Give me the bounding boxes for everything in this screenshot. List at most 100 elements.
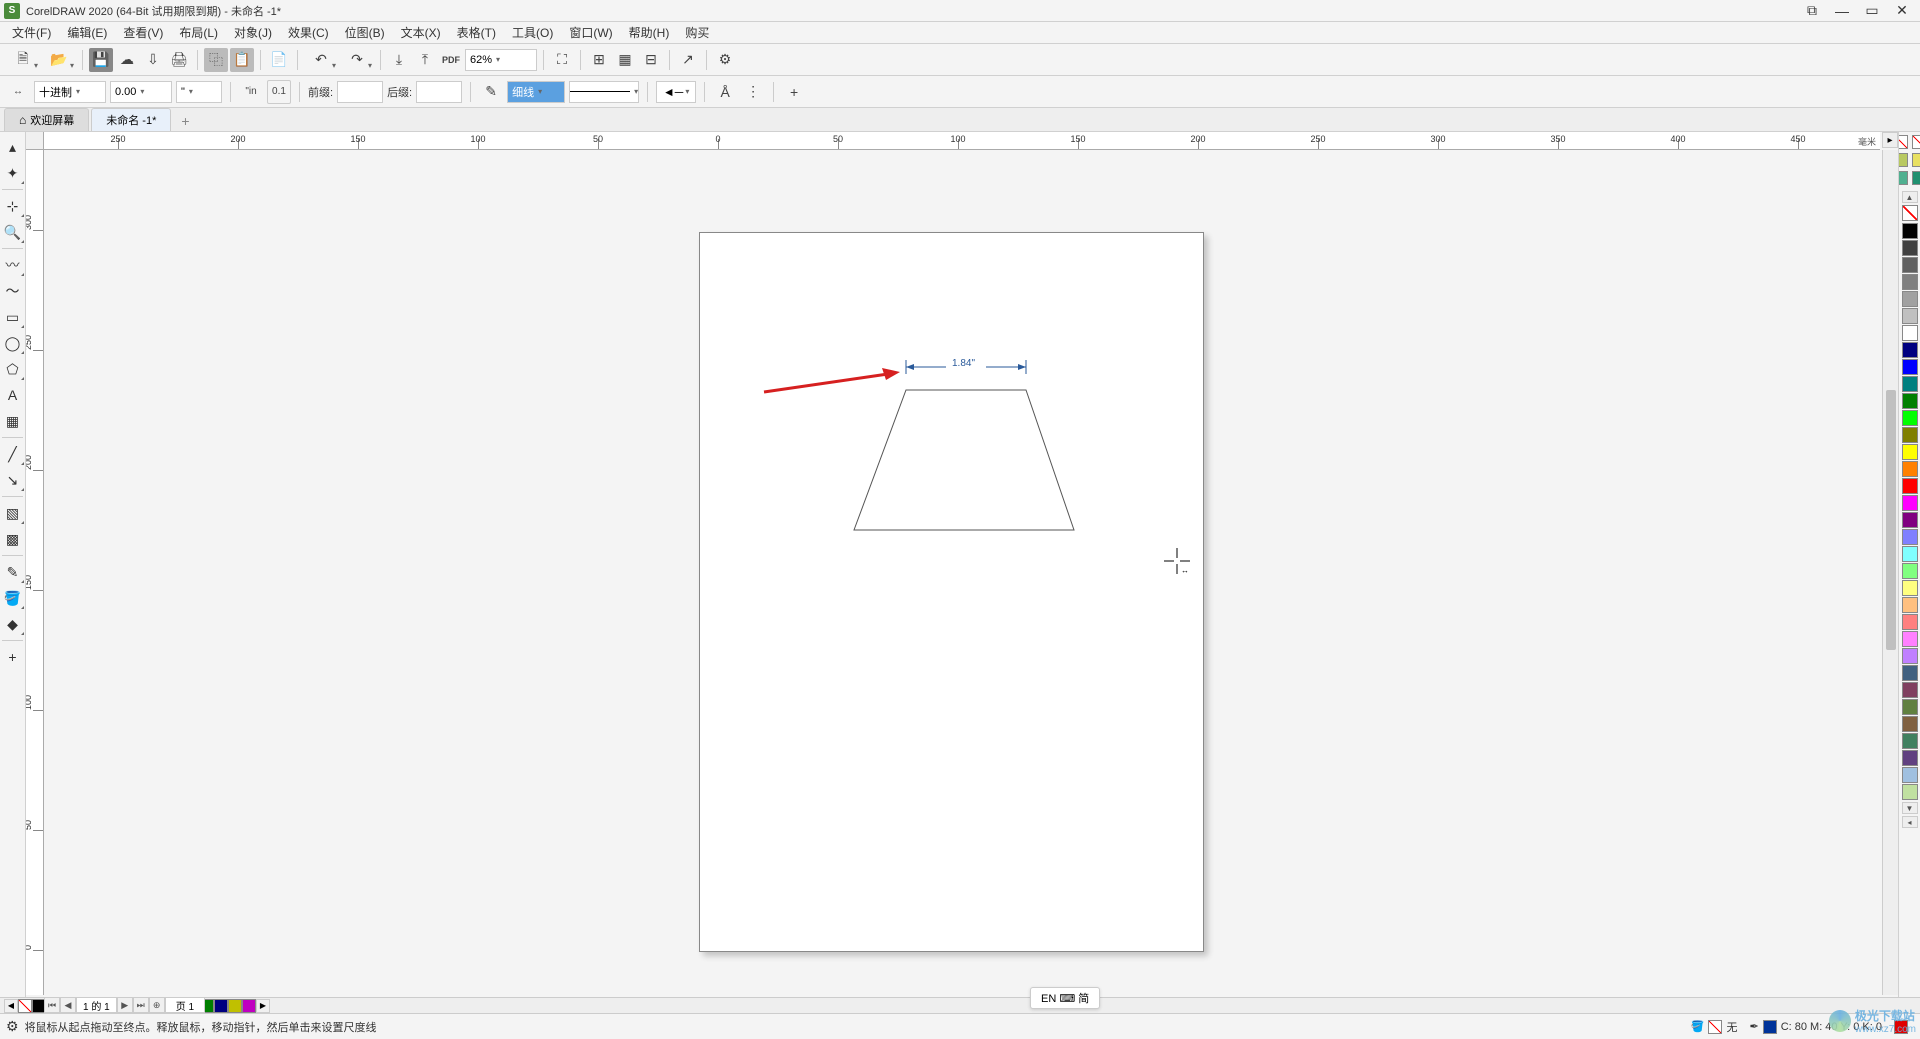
undo-button[interactable]: ↶ [304, 48, 338, 72]
menu-bitmaps[interactable]: 位图(B) [337, 22, 393, 43]
close-button[interactable]: ✕ [1888, 1, 1916, 21]
palette-swatch[interactable] [1902, 393, 1918, 409]
tab-document[interactable]: 未命名 -1* [91, 108, 171, 131]
import-button[interactable]: ⤓ [387, 48, 411, 72]
grid-button[interactable]: ▦ [613, 48, 637, 72]
tab-add-button[interactable]: + [173, 111, 197, 131]
ruler-origin[interactable] [26, 132, 44, 150]
palette-swatch[interactable] [1902, 597, 1918, 613]
palette-swatch[interactable] [1902, 767, 1918, 783]
palette-swatch[interactable] [1902, 427, 1918, 443]
menu-window[interactable]: 窗口(W) [561, 22, 620, 43]
menu-file[interactable]: 文件(F) [4, 22, 59, 43]
snap-button[interactable]: ⊞ [587, 48, 611, 72]
palette-scroll-up[interactable]: ▲ [1902, 191, 1918, 203]
docker-swatch[interactable] [214, 999, 228, 1013]
paste-button[interactable]: 📋 [230, 48, 254, 72]
dimension-tool[interactable]: ╱ [1, 442, 25, 466]
ruler-right-button[interactable]: ▸ [1882, 132, 1898, 148]
open-button[interactable]: 📂 [42, 48, 76, 72]
page-last-button[interactable]: ⏭ [133, 997, 149, 1013]
menu-table[interactable]: 表格(T) [449, 22, 504, 43]
palette-swatch[interactable] [1902, 359, 1918, 375]
palette-swatch[interactable] [1902, 750, 1918, 766]
cloud-down-icon[interactable]: ⇩ [141, 48, 165, 72]
palette-swatch[interactable] [1902, 444, 1918, 460]
guides-button[interactable]: ⊟ [639, 48, 663, 72]
dimension-precision-dropdown[interactable]: 0.00 [110, 81, 172, 103]
palette-swatch[interactable] [1902, 682, 1918, 698]
palette-swatch[interactable] [1902, 325, 1918, 341]
options-button[interactable]: ⚙ [713, 48, 737, 72]
trapezoid-shape[interactable] [844, 380, 1084, 540]
palette-swatch[interactable] [1902, 512, 1918, 528]
new-button[interactable]: 🗎 [6, 48, 40, 72]
docker-swatch[interactable] [228, 999, 242, 1013]
palette-swatch[interactable] [1902, 308, 1918, 324]
add-tool-button[interactable]: + [1, 645, 25, 669]
palette-swatch[interactable] [1902, 223, 1918, 239]
print-button[interactable]: 🖨 [167, 48, 191, 72]
drop-shadow-tool[interactable]: ▧ [1, 501, 25, 525]
clipboard-button[interactable]: 📄 [267, 48, 291, 72]
docker-no-fill[interactable] [18, 999, 32, 1013]
line-style-dropdown[interactable]: ▾ [569, 81, 639, 103]
docker-scroll-right[interactable]: ▶ [256, 999, 270, 1013]
ruler-vertical[interactable]: 300250200150100500 [26, 150, 44, 995]
menu-edit[interactable]: 编辑(E) [59, 22, 115, 43]
redo-button[interactable]: ↷ [340, 48, 374, 72]
outline-tool[interactable]: ◆ [1, 612, 25, 636]
artistic-media-tool[interactable]: 〜 [1, 279, 25, 303]
palette-swatch[interactable] [1902, 784, 1918, 800]
menu-layout[interactable]: 布局(L) [171, 22, 226, 43]
gear-icon[interactable]: ⚙ [6, 1018, 19, 1035]
palette-no-fill-1[interactable] [1898, 135, 1908, 149]
palette-swatch-teal1[interactable] [1898, 171, 1908, 185]
dimension-style-dropdown[interactable]: 十进制 [34, 81, 106, 103]
polygon-tool[interactable]: ⬠ [1, 357, 25, 381]
palette-swatch-yellowgreen[interactable] [1912, 153, 1920, 167]
palette-swatch-teal2[interactable] [1912, 171, 1920, 185]
docker-swatch[interactable] [242, 999, 256, 1013]
palette-swatch[interactable] [1902, 733, 1918, 749]
shape-tool[interactable]: ✦ [1, 161, 25, 185]
palette-swatch[interactable] [1902, 376, 1918, 392]
prefix-input[interactable] [337, 81, 383, 103]
palette-swatch[interactable] [1902, 665, 1918, 681]
arrowhead-dropdown[interactable]: ◄─▾ [656, 81, 696, 103]
scrollbar-vertical[interactable] [1882, 150, 1898, 995]
connector-tool[interactable]: ↘ [1, 468, 25, 492]
page-first-button[interactable]: ⏮ [44, 997, 60, 1013]
pick-tool[interactable]: ▴ [1, 135, 25, 159]
palette-swatch[interactable] [1902, 461, 1918, 477]
palette-swatch[interactable] [1902, 699, 1918, 715]
menu-tools[interactable]: 工具(O) [504, 22, 561, 43]
add-preset-button[interactable]: + [782, 80, 806, 104]
crop-tool[interactable]: ⊹ [1, 194, 25, 218]
palette-swatch[interactable] [1902, 240, 1918, 256]
palette-swatch[interactable] [1902, 274, 1918, 290]
suffix-input[interactable] [416, 81, 462, 103]
page-tab-1[interactable]: 页 1 [165, 997, 205, 1013]
ruler-horizontal[interactable]: 毫米 2502001501005005010015020025030035040… [44, 132, 1880, 150]
rectangle-tool[interactable]: ▭ [1, 305, 25, 329]
palette-no-fill-2[interactable] [1912, 135, 1920, 149]
cloud-up-icon[interactable]: ☁ [115, 48, 139, 72]
palette-swatch[interactable] [1902, 716, 1918, 732]
menu-text[interactable]: 文本(X) [393, 22, 449, 43]
pdf-button[interactable]: PDF [439, 48, 463, 72]
zoom-tool[interactable]: 🔍 [1, 220, 25, 244]
palette-swatch[interactable] [1902, 342, 1918, 358]
palette-swatch-olive[interactable] [1898, 153, 1908, 167]
menu-buy[interactable]: 购买 [677, 22, 717, 43]
layout-icon[interactable]: ⧉ [1798, 1, 1826, 21]
ellipse-tool[interactable]: ◯ [1, 331, 25, 355]
extension-lines-button[interactable]: ⋮ [741, 80, 765, 104]
transparency-tool[interactable]: ▩ [1, 527, 25, 551]
dynamic-dimension-button[interactable]: ✎ [479, 80, 503, 104]
tab-welcome[interactable]: ⌂欢迎屏幕 [4, 108, 89, 131]
menu-object[interactable]: 对象(J) [226, 22, 280, 43]
palette-swatch[interactable] [1902, 546, 1918, 562]
palette-swatch[interactable] [1902, 631, 1918, 647]
palette-swatch[interactable] [1902, 563, 1918, 579]
